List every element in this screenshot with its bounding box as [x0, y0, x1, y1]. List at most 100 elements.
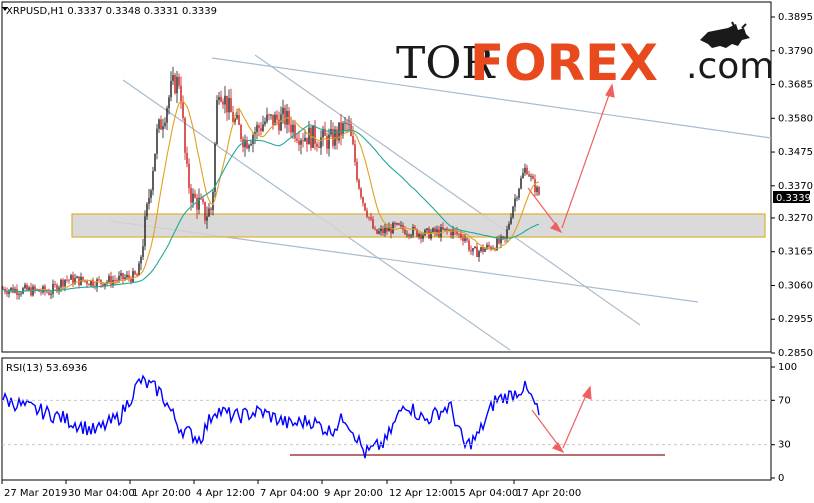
support-zone	[71, 213, 766, 238]
candle-body	[532, 175, 534, 180]
candle-body	[184, 117, 186, 153]
candle-body	[366, 210, 368, 217]
candle-body	[516, 197, 518, 199]
candle-body	[270, 114, 272, 116]
candle-body	[182, 102, 184, 118]
candle-body	[224, 95, 226, 105]
candle-body	[314, 125, 316, 144]
candle-body	[298, 140, 300, 145]
candle-body	[62, 279, 64, 287]
candle-body	[348, 124, 350, 125]
x-tick-label: 4 Apr 12:00	[196, 488, 255, 499]
candle-body	[476, 246, 478, 258]
candle-body	[458, 233, 460, 235]
candle-body	[186, 152, 188, 164]
x-tick-label: 17 Apr 20:00	[516, 488, 581, 499]
candle-body	[10, 287, 12, 291]
candle-body	[220, 96, 222, 102]
y-tick-label: 0.3370	[778, 181, 813, 192]
candle-body	[118, 275, 120, 281]
candle-body	[304, 137, 306, 142]
candle-body	[410, 235, 412, 237]
candle-body	[370, 217, 372, 220]
candle-body	[140, 256, 142, 264]
candle-body	[138, 263, 140, 276]
candle-body	[170, 80, 172, 98]
candle-body	[376, 229, 378, 234]
y-tick-label: 0.3060	[778, 280, 813, 291]
candle-body	[238, 114, 240, 126]
candle-body	[228, 97, 230, 113]
candle-body	[346, 122, 348, 125]
candle-body	[136, 274, 138, 276]
candle-body	[278, 119, 280, 131]
candle-body	[412, 226, 414, 236]
logo-com-text: .com	[686, 46, 774, 87]
candle-body	[300, 140, 302, 145]
candle-body	[422, 235, 424, 239]
candle-body	[520, 178, 522, 189]
rsi-tick-label: 0	[778, 473, 784, 484]
candle-body	[290, 124, 292, 133]
y-tick-label: 0.3685	[778, 80, 813, 91]
candle-body	[326, 135, 328, 149]
candle-body	[308, 127, 310, 145]
candle-body	[420, 233, 422, 239]
candle-body	[146, 203, 148, 217]
candle-body	[208, 208, 210, 217]
candle-body	[148, 198, 150, 204]
candle-body	[150, 190, 152, 199]
rsi-tick-label: 100	[778, 362, 797, 373]
candle-body	[398, 223, 400, 226]
candle-body	[122, 273, 124, 280]
candle-body	[380, 228, 382, 232]
candle-body	[500, 236, 502, 244]
candle-body	[60, 279, 62, 288]
rsi-tick-label: 30	[778, 440, 791, 451]
candle-body	[188, 163, 190, 189]
candle-body	[124, 277, 126, 280]
candle-body	[378, 231, 380, 234]
candle-body	[386, 227, 388, 232]
candle-body	[142, 246, 144, 257]
candle-body	[46, 291, 48, 293]
candle-body	[190, 188, 192, 203]
candle-body	[166, 108, 168, 123]
candle-body	[360, 188, 362, 198]
candle-body	[204, 202, 206, 221]
main-y-axis: 0.3895 0.3790 0.3685 0.3580 0.3475 0.3370 0.32…	[771, 12, 813, 359]
chart-canvas: TOR FOREX .com 0.38950.37900.36850.35800…	[1, 1, 813, 499]
candle-body	[282, 107, 284, 115]
candle-body	[48, 292, 50, 295]
candle-body	[460, 233, 462, 238]
candle-body	[382, 228, 384, 234]
candle-body	[252, 135, 254, 144]
x-tick-label: 30 Mar 04:00	[68, 488, 135, 499]
candle-body	[272, 114, 274, 126]
y-tick-label: 0.3270	[778, 213, 813, 224]
candle-body	[78, 276, 80, 286]
candle-body	[120, 273, 122, 276]
candle-body	[512, 206, 514, 218]
candle-body	[276, 114, 278, 120]
candle-body	[302, 140, 304, 142]
candle-body	[174, 75, 176, 94]
y-tick-label: 0.2955	[778, 314, 813, 325]
candle-body	[134, 271, 136, 275]
candle-body	[154, 153, 156, 171]
candle-body	[218, 96, 220, 101]
candle-body	[310, 127, 312, 148]
candle-body	[488, 244, 490, 247]
candle-body	[340, 122, 342, 136]
candle-body	[180, 85, 182, 103]
candle-body	[446, 228, 448, 231]
main-panel-header: XRPUSD,H1 0.3337 0.3348 0.3331 0.3339	[6, 6, 217, 17]
y-tick-label: 0.3475	[778, 147, 813, 158]
candle-body	[468, 240, 470, 251]
candle-body	[480, 247, 482, 252]
candle-body	[240, 125, 242, 139]
candle-body	[404, 229, 406, 235]
candle-body	[40, 291, 42, 293]
candle-body	[372, 219, 374, 229]
candle-body	[296, 138, 298, 141]
